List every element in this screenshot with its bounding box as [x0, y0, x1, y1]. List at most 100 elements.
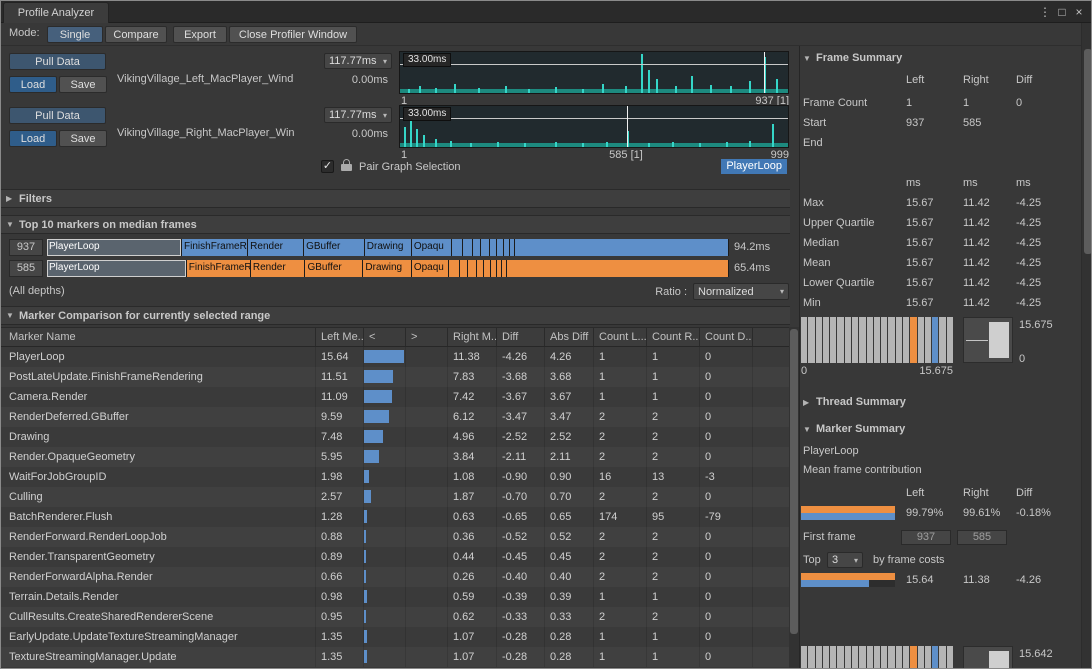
top10-segment[interactable] [481, 239, 489, 256]
table-row[interactable]: Render.TransparentGeometry0.890.44-0.450… [1, 547, 790, 567]
top10-segment[interactable]: Drawing [363, 260, 411, 277]
top-count-dropdown[interactable]: 3 ▾ [827, 552, 863, 568]
frame-time-graph-left[interactable]: 33.00ms [399, 51, 789, 94]
pair-checkbox[interactable]: ✓ [321, 160, 334, 173]
top10-segment[interactable] [484, 260, 491, 277]
top10-segment[interactable]: PlayerLoop [47, 260, 187, 277]
panel-scrollbar[interactable] [1081, 23, 1092, 669]
cell-count-diff: 0 [700, 427, 753, 447]
comparison-scrollbar-thumb[interactable] [790, 329, 798, 634]
top10-segment[interactable]: Render [251, 260, 306, 277]
frame-summary-header[interactable]: ▼ Frame Summary [803, 52, 902, 64]
column-header-left-median[interactable]: Left Me... [316, 328, 364, 346]
window-tab[interactable]: Profile Analyzer [3, 2, 109, 23]
cell-left-bar [364, 527, 406, 547]
column-header-right-bar[interactable]: > [406, 328, 448, 346]
ratio-dropdown[interactable]: Normalized ▾ [693, 283, 789, 300]
first-frame-right-button[interactable]: 585 [957, 530, 1007, 545]
kebab-menu-icon[interactable]: ⋮ [1037, 3, 1053, 21]
table-row[interactable]: PlayerLoop15.6411.38-4.264.26110 [1, 347, 790, 367]
stack-bar-bottom [801, 580, 869, 587]
top10-segment[interactable]: Opaqu [412, 239, 452, 256]
top10-segment[interactable] [515, 239, 728, 256]
table-row[interactable]: RenderDeferred.GBuffer9.596.12-3.473.472… [1, 407, 790, 427]
mode-compare-button[interactable]: Compare [105, 26, 167, 43]
top10-segment[interactable]: Drawing [365, 239, 412, 256]
top10-segment[interactable] [490, 239, 498, 256]
top10-segment[interactable]: Opaqu [412, 260, 450, 277]
dataset-name: VikingVillage_Right_MacPlayer_Win [117, 127, 295, 139]
top10-segment[interactable]: GBuffer [305, 260, 363, 277]
graph-spike [404, 127, 406, 148]
table-row[interactable]: TextureStreamingManager.Update1.351.07-0… [1, 647, 790, 667]
load-button[interactable]: Load [9, 130, 57, 147]
frame-scale-dropdown[interactable]: 117.77ms ▾ [324, 53, 392, 69]
column-header-right-median[interactable]: Right M... [448, 328, 497, 346]
top10-segment[interactable]: GBuffer [304, 239, 365, 256]
filters-header[interactable]: ▶ Filters [1, 189, 790, 208]
marker-summary-header[interactable]: ▼ Marker Summary [803, 423, 905, 435]
mode-single-button[interactable]: Single [47, 26, 103, 43]
top10-segment[interactable]: PlayerLoop [47, 239, 182, 256]
frame-time-graph-right[interactable]: 33.00ms [399, 105, 789, 148]
top10-segment[interactable] [473, 239, 482, 256]
table-row[interactable]: Drawing7.484.96-2.522.52220 [1, 427, 790, 447]
top10-header[interactable]: ▼ Top 10 markers on median frames [1, 215, 790, 234]
table-row[interactable]: BatchRenderer.Flush1.280.63-0.650.651749… [1, 507, 790, 527]
cell-count-diff: 0 [700, 487, 753, 507]
column-header-diff[interactable]: Diff [497, 328, 545, 346]
table-row[interactable]: WaitForJobGroupID1.981.08-0.900.901613-3 [1, 467, 790, 487]
table-row[interactable]: Terrain.Details.Render0.980.59-0.390.391… [1, 587, 790, 607]
top10-segment[interactable] [460, 260, 469, 277]
thread-summary-header[interactable]: ▶ Thread Summary [803, 396, 906, 408]
lock-icon[interactable] [341, 159, 352, 172]
table-row[interactable]: EarlyUpdate.UpdateTextureStreamingManage… [1, 627, 790, 647]
panel-scrollbar-thumb[interactable] [1084, 49, 1092, 254]
table-row[interactable]: Render.OpaqueGeometry5.953.84-2.112.1122… [1, 447, 790, 467]
column-header-marker-name[interactable]: Marker Name [1, 328, 316, 346]
first-frame-left-button[interactable]: 937 [901, 530, 951, 545]
column-header-count-diff[interactable]: Count D... [700, 328, 753, 346]
save-button[interactable]: Save [59, 76, 107, 93]
pull-data-button[interactable]: Pull Data [9, 53, 106, 70]
graph-threshold-badge: 33.00ms [403, 107, 451, 121]
selected-marker-chip[interactable]: PlayerLoop [721, 159, 787, 174]
pull-data-button[interactable]: Pull Data [9, 107, 106, 124]
top10-segment[interactable] [449, 260, 459, 277]
top10-segment[interactable] [477, 260, 485, 277]
column-header-count-left[interactable]: Count L... [594, 328, 647, 346]
graph-spike [524, 143, 526, 147]
close-profiler-button[interactable]: Close Profiler Window [229, 26, 357, 43]
column-header-left-bar[interactable]: < [364, 328, 406, 346]
cell-abs-diff: 0.39 [545, 587, 594, 607]
frame-scale-dropdown[interactable]: 117.77ms ▾ [324, 107, 392, 123]
top10-frame-chip: 937 [9, 239, 43, 256]
top10-segment[interactable]: FinishFrameR [187, 260, 251, 277]
column-header-abs-diff[interactable]: Abs Diff [545, 328, 594, 346]
table-row[interactable]: Culling2.571.87-0.700.70220 [1, 487, 790, 507]
top10-segment[interactable]: FinishFrameR [182, 239, 248, 256]
table-row[interactable]: RenderForward.RenderLoopJob0.880.36-0.52… [1, 527, 790, 547]
top10-segment[interactable] [468, 260, 476, 277]
table-row[interactable]: RenderForwardAlpha.Render0.660.26-0.400.… [1, 567, 790, 587]
top10-segment[interactable] [507, 260, 729, 277]
graph-spike [478, 88, 480, 93]
top10-segment[interactable] [452, 239, 463, 256]
costs-diff-value: -4.26 [1016, 574, 1041, 586]
cell-count-left: 2 [594, 547, 647, 567]
cell-left-bar [364, 367, 406, 387]
column-header-count-right[interactable]: Count R... [647, 328, 700, 346]
maximize-icon[interactable]: □ [1054, 3, 1070, 21]
close-icon[interactable]: × [1071, 3, 1087, 21]
top10-segment[interactable]: Render [248, 239, 304, 256]
top10-segment[interactable] [497, 239, 504, 256]
top10-segment[interactable] [463, 239, 473, 256]
save-button[interactable]: Save [59, 130, 107, 147]
table-row[interactable]: CullResults.CreateSharedRendererScene0.9… [1, 607, 790, 627]
table-row[interactable]: PostLateUpdate.FinishFrameRendering11.51… [1, 367, 790, 387]
comparison-header[interactable]: ▼ Marker Comparison for currently select… [1, 306, 790, 325]
export-button[interactable]: Export [173, 26, 227, 43]
table-row[interactable]: Camera.Render11.097.42-3.673.67110 [1, 387, 790, 407]
comparison-scrollbar[interactable] [789, 327, 799, 669]
load-button[interactable]: Load [9, 76, 57, 93]
